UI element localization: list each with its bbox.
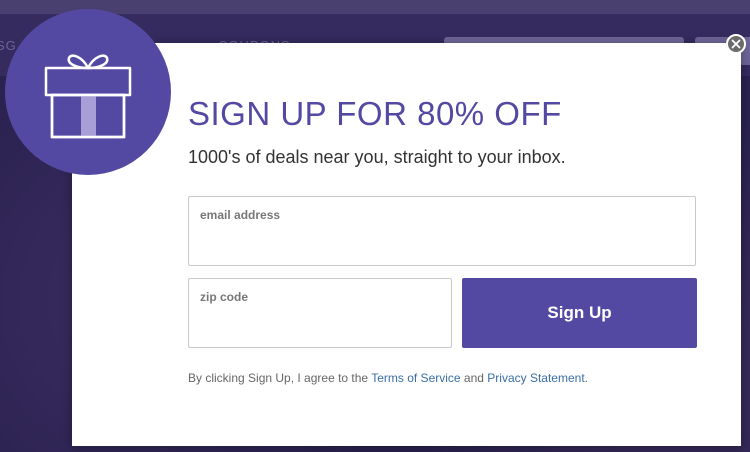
- privacy-statement-link[interactable]: Privacy Statement: [487, 371, 584, 385]
- close-icon: [731, 39, 741, 49]
- gift-icon: [44, 54, 132, 139]
- disclaimer-suffix: .: [584, 371, 588, 385]
- zip-code-field-label: zip code: [200, 290, 249, 304]
- modal-subtitle: 1000's of deals near you, straight to yo…: [188, 147, 566, 167]
- close-button[interactable]: [726, 34, 746, 54]
- zip-code-input[interactable]: [199, 313, 441, 339]
- email-field[interactable]: email address: [188, 196, 696, 266]
- gift-badge: [5, 9, 171, 175]
- terms-of-service-link[interactable]: Terms of Service: [371, 371, 460, 385]
- email-field-label: email address: [200, 208, 281, 222]
- zip-code-field[interactable]: zip code: [188, 278, 452, 348]
- terms-disclaimer: By clicking Sign Up, I agree to the Term…: [188, 371, 588, 385]
- disclaimer-prefix: By clicking Sign Up, I agree to the: [188, 371, 372, 385]
- disclaimer-and: and: [460, 371, 488, 385]
- email-input[interactable]: [199, 231, 685, 257]
- modal-title: SIGN UP FOR 80% OFF: [188, 95, 562, 132]
- sign-up-button[interactable]: Sign Up: [462, 278, 697, 348]
- signup-modal: SIGN UP FOR 80% OFF 1000's of deals near…: [72, 43, 741, 446]
